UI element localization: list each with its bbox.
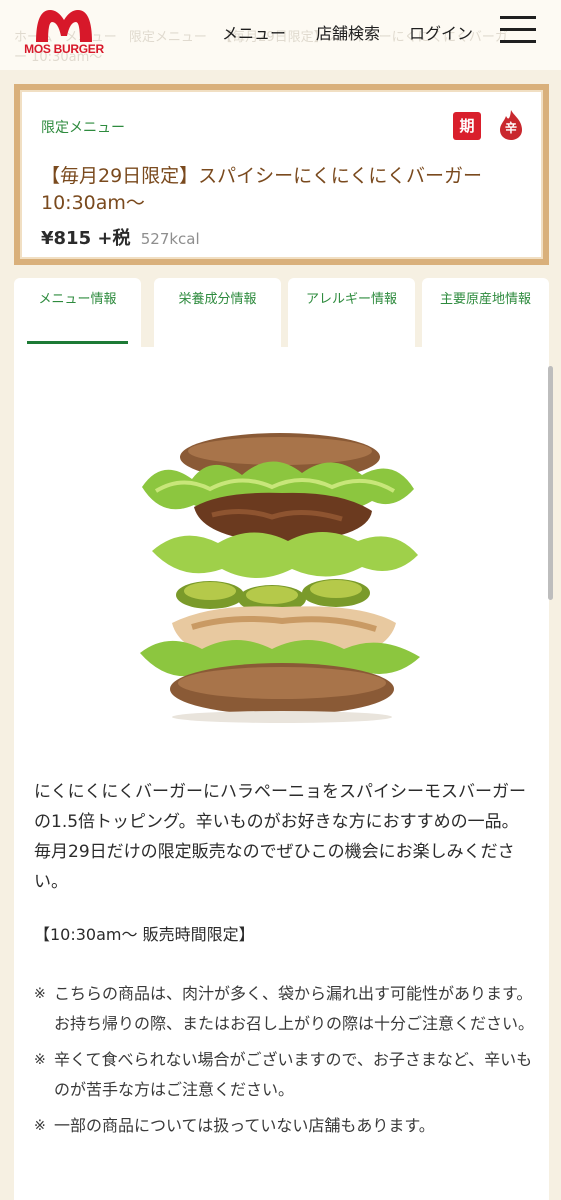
logo-text: MOS BURGER [24, 42, 104, 56]
caution-notes: ※ こちらの商品は、肉汁が多く、袋から漏れ出す可能性があります。お持ち帰りの際、… [34, 979, 534, 1147]
note-mark: ※ [34, 1052, 46, 1068]
note-text: 辛くて食べられない場合がございますので、お子さまなど、辛いものが苦手な方はご注意… [54, 1050, 533, 1099]
product-description: にくにくにくバーガーにハラペーニョをスパイシーモスバーガーの1.5倍トッピング。… [34, 782, 526, 892]
note-text: 一部の商品については扱っていない店舗もあります。 [54, 1116, 435, 1135]
tab-nutrition-info[interactable]: 栄養成分情報 [154, 278, 281, 348]
price-row: ¥815 +税 527kcal [41, 224, 200, 250]
nav-login-link[interactable]: ログイン [409, 20, 473, 44]
caution-note: ※ こちらの商品は、肉汁が多く、袋から漏れ出す可能性があります。お持ち帰りの際、… [34, 979, 534, 1039]
tab-label: 主要原産地情報 [439, 292, 531, 307]
tab-label: アレルギー情報 [305, 292, 397, 307]
spicy-badge: 辛 [494, 108, 528, 142]
scrollbar-thumb[interactable] [548, 366, 553, 600]
mos-logo-icon [36, 10, 92, 42]
tab-menu-info[interactable]: メニュー情報 [14, 278, 141, 350]
caution-note: ※ 一部の商品については扱っていない店舗もあります。 [34, 1111, 534, 1141]
product-name: 【毎月29日限定】スパイシーにくにくにくバーガー 10:30am〜 [41, 165, 483, 214]
hamburger-menu-icon[interactable] [500, 14, 536, 44]
nav-store-search-link[interactable]: 店舗検索 [316, 20, 380, 44]
spicy-badge-label: 辛 [504, 121, 517, 135]
mos-burger-logo[interactable]: MOS BURGER [22, 6, 106, 58]
category-label: 限定メニュー [41, 120, 125, 136]
active-tab-indicator [27, 341, 128, 344]
tab-label: メニュー情報 [38, 292, 117, 307]
note-text: こちらの商品は、肉汁が多く、袋から漏れ出す可能性があります。お持ち帰りの際、また… [54, 984, 535, 1033]
nav-menu-link[interactable]: メニュー [222, 20, 286, 44]
product-header-card: 限定メニュー 期 辛 【毎月29日限定】スパイシーにくにくにくバーガー 10:3… [14, 84, 549, 265]
burger-image [132, 427, 432, 727]
tab-origin-info[interactable]: 主要原産地情報 [422, 278, 549, 348]
caution-note: ※ 辛くて食べられない場合がございますので、お子さまなど、辛いものが苦手な方はご… [34, 1045, 534, 1105]
page: ホーム メニュー 限定メニュー 【毎月29日限定】スパイシーにくにくにくバーガー… [0, 0, 561, 1200]
menu-info-panel: にくにくにくバーガーにハラペーニョをスパイシーモスバーガーの1.5倍トッピング。… [14, 347, 549, 1200]
sales-time-note: 【10:30am〜 販売時間限定】 [34, 925, 255, 944]
product-kcal: 527kcal [140, 230, 200, 248]
note-mark: ※ [34, 1118, 46, 1134]
breadcrumb-item[interactable]: 限定メニュー [129, 30, 207, 45]
limited-period-badge: 期 [453, 112, 481, 140]
tab-allergy-info[interactable]: アレルギー情報 [288, 278, 415, 348]
note-mark: ※ [34, 986, 46, 1002]
product-price: ¥815 +税 [41, 228, 131, 249]
tab-label: 栄養成分情報 [178, 292, 257, 307]
site-header: ホーム メニュー 限定メニュー 【毎月29日限定】スパイシーにくにくにくバーガー… [0, 0, 561, 70]
